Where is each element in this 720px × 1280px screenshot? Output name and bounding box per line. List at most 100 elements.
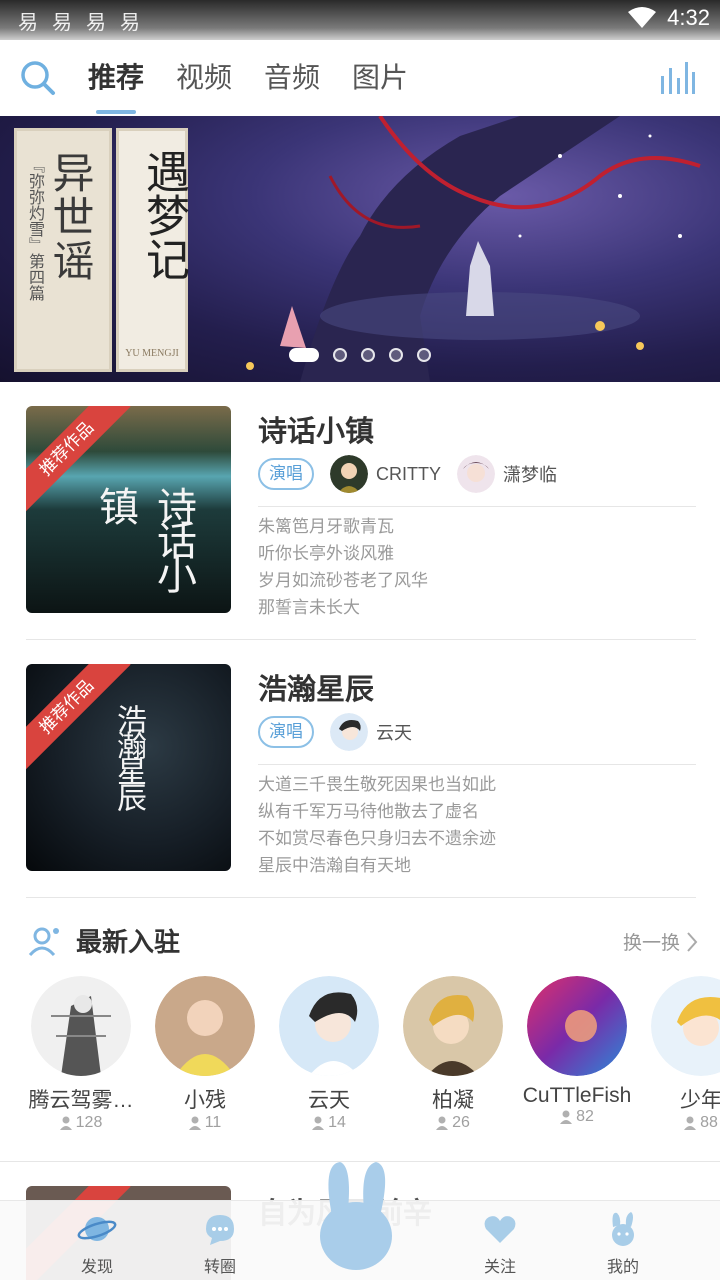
tab-discover[interactable]: 发现 bbox=[52, 1209, 142, 1277]
carousel-indicator bbox=[0, 348, 720, 362]
fan-count: 128 bbox=[75, 1114, 103, 1131]
newcomer-item[interactable]: CuTTleFish 82 bbox=[522, 976, 632, 1132]
person-icon bbox=[59, 1116, 72, 1130]
person-icon bbox=[560, 1110, 573, 1124]
status-time: 4:32 bbox=[667, 5, 710, 30]
person-icon bbox=[684, 1116, 697, 1130]
work-cover[interactable]: 浩瀚星辰 推荐作品 bbox=[26, 664, 231, 871]
newcomer-item[interactable]: 腾云驾雾… 128 bbox=[26, 976, 136, 1132]
singer-name: 云天 bbox=[376, 723, 412, 743]
singer[interactable]: 云天 bbox=[330, 713, 412, 751]
carousel-dot[interactable] bbox=[289, 348, 319, 362]
planet-icon bbox=[77, 1217, 117, 1241]
role-badge: 演唱 bbox=[258, 716, 314, 748]
tab-follow[interactable]: 关注 bbox=[455, 1209, 545, 1277]
newcomer-list: 腾云驾雾… 128 小残 11 云天 14 柏凝 26 CuTTleFish 8… bbox=[26, 976, 720, 1132]
lyric-line: 星辰中浩瀚自有天地 bbox=[258, 856, 411, 876]
divider bbox=[258, 506, 696, 507]
app-screen: 易 易 易 易 4:32 推荐 视频 音频 图片 异世谣 『弥弥灼雪』第四篇 遇… bbox=[0, 0, 720, 1280]
refresh-button[interactable]: 换一换 bbox=[623, 928, 698, 955]
tab-audio[interactable]: 音频 bbox=[264, 40, 320, 116]
carousel-dot[interactable] bbox=[333, 348, 347, 362]
singer[interactable]: 潇梦临 bbox=[457, 455, 557, 493]
work-title[interactable]: 浩瀚星辰 bbox=[258, 666, 374, 708]
avatar bbox=[330, 713, 368, 751]
carousel-dot[interactable] bbox=[361, 348, 375, 362]
carousel-dot[interactable] bbox=[389, 348, 403, 362]
center-bunny-button[interactable] bbox=[318, 1160, 394, 1270]
new-user-icon bbox=[28, 927, 59, 956]
person-icon bbox=[188, 1116, 201, 1130]
status-bar: 易 易 易 易 4:32 bbox=[0, 0, 720, 40]
lyric-line: 大道三千畏生敬死因果也当如此 bbox=[258, 775, 496, 795]
avatar bbox=[31, 976, 131, 1076]
newcomers-section: 最新入驻 换一换 腾云驾雾… 128 小残 11 云天 14 柏凝 26 CuT… bbox=[0, 898, 720, 1162]
newcomer-item[interactable]: 小残 11 bbox=[150, 976, 260, 1132]
avatar bbox=[403, 976, 503, 1076]
avatar bbox=[279, 976, 379, 1076]
banner-poster: 遇梦记 YU MENGJI bbox=[116, 128, 189, 372]
newcomer-item[interactable]: 柏凝 26 bbox=[398, 976, 508, 1132]
tab-images[interactable]: 图片 bbox=[352, 40, 408, 116]
poster-subtitle: 『弥弥灼雪』第四篇 bbox=[26, 157, 45, 301]
newcomer-item[interactable]: 云天 14 bbox=[274, 976, 384, 1132]
wifi-icon bbox=[628, 7, 657, 28]
work-title[interactable]: 诗话小镇 bbox=[258, 408, 374, 450]
fan-count: 11 bbox=[204, 1114, 222, 1131]
lyric-line: 那誓言未长大 bbox=[258, 598, 360, 618]
recommended-ribbon: 推荐作品 bbox=[26, 664, 131, 771]
top-nav: 推荐 视频 音频 图片 bbox=[0, 40, 720, 116]
search-icon[interactable] bbox=[18, 58, 58, 98]
banner-carousel[interactable]: 异世谣 『弥弥灼雪』第四篇 遇梦记 YU MENGJI bbox=[0, 116, 720, 382]
avatar bbox=[527, 976, 627, 1076]
newcomer-name: 少年 bbox=[680, 1089, 720, 1112]
newcomer-name: CuTTleFish bbox=[522, 1084, 632, 1107]
recommended-ribbon: 推荐作品 bbox=[26, 406, 131, 513]
newcomer-name: 小残 bbox=[184, 1089, 226, 1112]
lyrics-preview: 朱篱笆月牙歌青瓦 听你长亭外谈风雅 岁月如流砂苍老了风华 那誓言未长大 bbox=[258, 514, 428, 622]
tab-label: 我的 bbox=[606, 1257, 639, 1276]
bunny-icon bbox=[612, 1212, 634, 1246]
notification-icons: 易 易 易 易 bbox=[18, 6, 140, 35]
notification-icon: 易 bbox=[18, 10, 38, 34]
work-card[interactable]: 浩瀚星辰 推荐作品 浩瀚星辰 演唱 云天 大道三千畏生敬死因果也当如此 纵有千军… bbox=[26, 640, 696, 898]
lyrics-preview: 大道三千畏生敬死因果也当如此 纵有千军万马待他散去了虚名 不如赏尽春色只身归去不… bbox=[258, 772, 496, 880]
lyric-line: 纵有千军万马待他散去了虚名 bbox=[258, 802, 479, 822]
work-card[interactable]: 诗话小镇 推荐作品 诗话小镇 演唱 CRITTY 潇梦临 朱篱笆月牙歌青瓦 听你… bbox=[26, 382, 696, 640]
fan-count: 88 bbox=[700, 1114, 718, 1131]
banner-poster: 异世谣 『弥弥灼雪』第四篇 bbox=[14, 128, 112, 372]
poster-title: 遇梦记 bbox=[138, 149, 189, 281]
heart-icon bbox=[484, 1216, 516, 1243]
newcomer-name: 腾云驾雾… bbox=[28, 1089, 134, 1112]
lyric-line: 岁月如流砂苍老了风华 bbox=[258, 571, 428, 591]
newcomer-item[interactable]: 少年 88 bbox=[646, 976, 720, 1132]
chat-bubble-icon bbox=[206, 1215, 234, 1245]
avatar bbox=[155, 976, 255, 1076]
carousel-dot[interactable] bbox=[417, 348, 431, 362]
singer[interactable]: CRITTY bbox=[330, 455, 441, 493]
lyric-line: 不如赏尽春色只身归去不遗余迹 bbox=[258, 829, 496, 849]
tab-mine[interactable]: 我的 bbox=[578, 1209, 668, 1277]
ranking-chart-icon[interactable] bbox=[660, 58, 696, 98]
tab-circle[interactable]: 转圈 bbox=[175, 1209, 265, 1277]
role-badge: 演唱 bbox=[258, 458, 314, 490]
divider bbox=[258, 764, 696, 765]
tab-label: 发现 bbox=[80, 1257, 113, 1276]
notification-icon: 易 bbox=[86, 10, 106, 34]
fan-count: 26 bbox=[452, 1114, 470, 1131]
person-icon bbox=[436, 1116, 449, 1130]
notification-icon: 易 bbox=[120, 10, 140, 34]
section-title: 最新入驻 bbox=[76, 928, 181, 958]
avatar bbox=[457, 455, 495, 493]
notification-icon: 易 bbox=[52, 10, 72, 34]
refresh-label: 换一换 bbox=[622, 932, 680, 954]
tab-video[interactable]: 视频 bbox=[176, 40, 232, 116]
avatar bbox=[330, 455, 368, 493]
newcomer-name: 云天 bbox=[308, 1089, 350, 1112]
singer-name: CRITTY bbox=[376, 463, 441, 484]
fan-count: 82 bbox=[576, 1108, 594, 1125]
tab-label: 关注 bbox=[483, 1257, 516, 1276]
tab-recommend[interactable]: 推荐 bbox=[88, 40, 144, 116]
work-cover[interactable]: 诗话小镇 推荐作品 bbox=[26, 406, 231, 613]
singer-name: 潇梦临 bbox=[503, 465, 557, 485]
